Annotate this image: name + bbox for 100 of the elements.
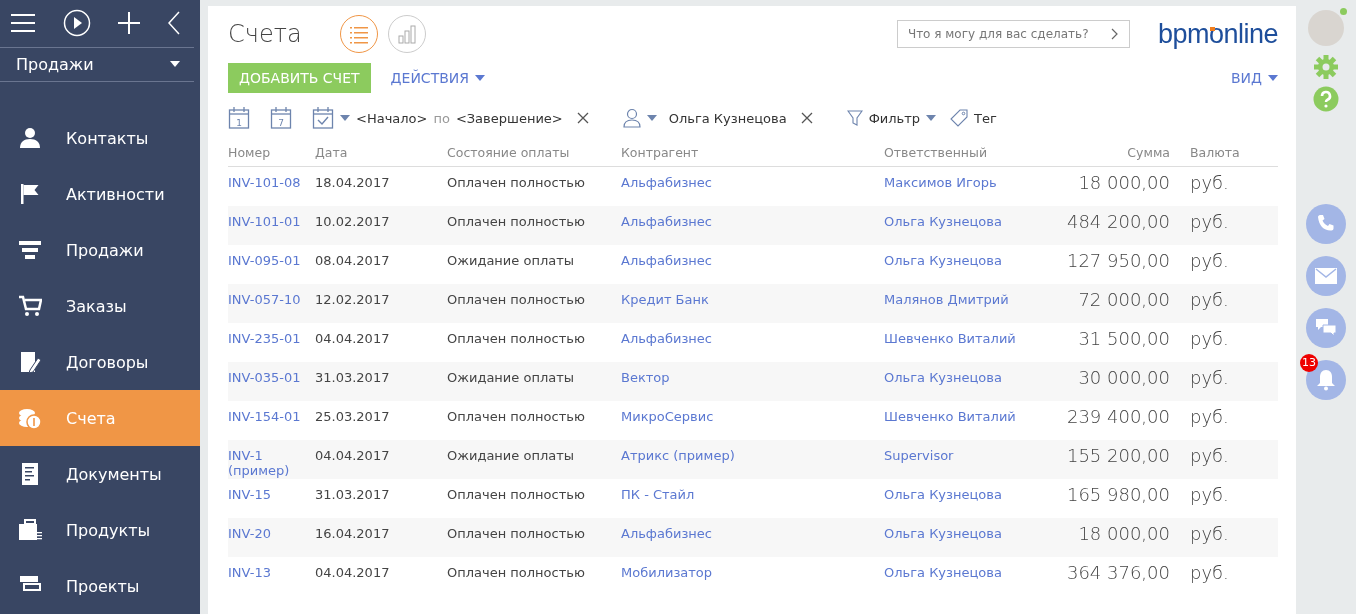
owner-link[interactable]: Ольга Кузнецова	[884, 486, 1002, 502]
notification-count: 13	[1300, 354, 1318, 372]
table-cell: 18 000,00	[1078, 522, 1170, 544]
column-header[interactable]: Сумма	[1127, 144, 1170, 160]
table-cell: 10.02.2017	[315, 213, 390, 229]
tag-icon	[950, 109, 969, 127]
owner-filter[interactable]: Ольга Кузнецова	[668, 110, 787, 126]
help-icon[interactable]	[1313, 86, 1339, 112]
table-cell: руб.	[1190, 288, 1229, 310]
list-view-button[interactable]	[339, 15, 378, 53]
table-cell: 31 500,00	[1078, 327, 1170, 349]
account-link[interactable]: Атрикс (пример)	[621, 447, 735, 463]
collapse-icon[interactable]	[167, 11, 180, 36]
caret-icon	[1268, 75, 1278, 81]
invoice-link[interactable]: INV-13	[228, 564, 315, 580]
table-cell: Оплачен полностью	[447, 525, 585, 541]
period-start[interactable]: <Начало>	[356, 110, 428, 126]
sidebar-item[interactable]: Контакты	[0, 110, 200, 166]
owner-link[interactable]: Шевченко Виталий	[884, 408, 1016, 424]
close-icon[interactable]	[800, 112, 813, 124]
column-header[interactable]: Дата	[315, 144, 348, 160]
caret-icon	[926, 115, 937, 121]
invoice-link[interactable]: INV-101-08	[228, 175, 315, 190]
email-button[interactable]	[1306, 256, 1346, 296]
view-menu[interactable]: ВИД	[1231, 70, 1278, 86]
invoice-link[interactable]: INV-235-01	[228, 330, 315, 346]
table-cell: 30 000,00	[1078, 366, 1170, 388]
owner-link[interactable]: Максимов Игорь	[884, 175, 997, 190]
table-cell: 127 950,00	[1066, 249, 1170, 271]
invoice-link[interactable]: INV-15	[228, 486, 315, 502]
account-link[interactable]: Альфабизнес	[621, 330, 712, 346]
table-cell: Оплачен полностью	[447, 291, 585, 307]
account-link[interactable]: Альфабизнес	[621, 213, 712, 229]
menu-icon[interactable]	[11, 13, 35, 34]
section-dropdown[interactable]: Продажи	[0, 47, 194, 82]
sidebar-item[interactable]: Документы	[0, 446, 200, 502]
owner-link[interactable]: Ольга Кузнецова	[884, 564, 1002, 580]
owner-link[interactable]: Ольга Кузнецова	[884, 252, 1002, 268]
invoice-link[interactable]: INV-095-01	[228, 252, 315, 268]
chevron-right-icon	[1110, 28, 1118, 40]
account-link[interactable]: ПК - Стайл	[621, 486, 695, 502]
account-link[interactable]: Альфабизнес	[621, 175, 712, 190]
chat-bubbles-icon	[1315, 318, 1337, 338]
sidebar-item[interactable]: Заказы	[0, 278, 200, 334]
sidebar-item[interactable]: Продукты	[0, 502, 200, 558]
column-header[interactable]: Состояние оплаты	[447, 144, 570, 160]
owner-link[interactable]: Шевченко Виталий	[884, 330, 1016, 346]
play-icon[interactable]	[62, 9, 91, 38]
account-link[interactable]: Кредит Банк	[621, 291, 709, 307]
account-link[interactable]: Альфабизнес	[621, 525, 712, 541]
column-header[interactable]: Контрагент	[621, 144, 699, 160]
phone-button[interactable]	[1306, 204, 1346, 244]
table-cell: 239 400,00	[1066, 405, 1170, 427]
table-cell: руб.	[1190, 249, 1229, 271]
sidebar-item[interactable]: Счета	[0, 390, 200, 446]
table-cell: руб.	[1190, 483, 1229, 505]
column-header[interactable]: Валюта	[1190, 144, 1240, 160]
bar-chart-icon	[396, 23, 417, 45]
table-cell: руб.	[1190, 444, 1229, 466]
account-link[interactable]: Альфабизнес	[621, 252, 712, 268]
table-cell: руб.	[1190, 366, 1229, 388]
section-icon	[18, 126, 42, 150]
account-link[interactable]: Мобилизатор	[621, 564, 713, 580]
caret-icon	[170, 61, 180, 68]
account-link[interactable]: Вектор	[621, 369, 670, 385]
calendar-check-icon[interactable]	[312, 106, 334, 130]
week-calendar-icon[interactable]: 7	[270, 106, 292, 130]
owner-link[interactable]: Supervisor	[884, 447, 954, 463]
actions-menu[interactable]: ДЕЙСТВИЯ	[390, 70, 485, 86]
user-icon[interactable]	[622, 108, 641, 128]
caret-icon	[340, 115, 350, 121]
table-cell: 12.02.2017	[315, 291, 390, 307]
column-header[interactable]: Ответственный	[884, 144, 987, 160]
caret-icon	[475, 75, 485, 81]
invoice-link[interactable]: INV-154-01	[228, 408, 315, 424]
table-cell: руб.	[1190, 210, 1229, 232]
section-icon	[18, 294, 42, 318]
command-field[interactable]: Что я могу для вас сделать?	[896, 20, 1130, 48]
page-title: Счета	[228, 20, 302, 48]
sidebar-item[interactable]: Договоры	[0, 334, 200, 390]
period-end[interactable]: <Завершение>	[455, 110, 563, 126]
sidebar-item[interactable]: Продажи	[0, 222, 200, 278]
table-cell: руб.	[1190, 405, 1229, 427]
account-link[interactable]: МикроСервис	[621, 408, 714, 424]
tag-button[interactable]: Тег	[950, 109, 997, 127]
sidebar-item[interactable]: Активности	[0, 166, 200, 222]
chat-button[interactable]	[1306, 308, 1346, 348]
close-icon[interactable]	[576, 112, 589, 124]
filter-button[interactable]: Фильтр	[846, 110, 937, 126]
period-separator: по	[433, 110, 450, 126]
section-icon	[18, 350, 42, 374]
table-cell: 16.04.2017	[315, 525, 390, 541]
table-cell: Оплачен полностью	[447, 213, 585, 229]
bell-icon	[1316, 369, 1336, 391]
plus-icon[interactable]	[118, 12, 141, 35]
sidebar-item[interactable]: Проекты	[0, 558, 200, 614]
table-cell: 04.04.2017	[315, 330, 390, 346]
table-cell: 364 376,00	[1066, 561, 1170, 583]
column-header[interactable]: Номер	[228, 144, 271, 160]
day-calendar-icon[interactable]: 1	[228, 106, 250, 130]
